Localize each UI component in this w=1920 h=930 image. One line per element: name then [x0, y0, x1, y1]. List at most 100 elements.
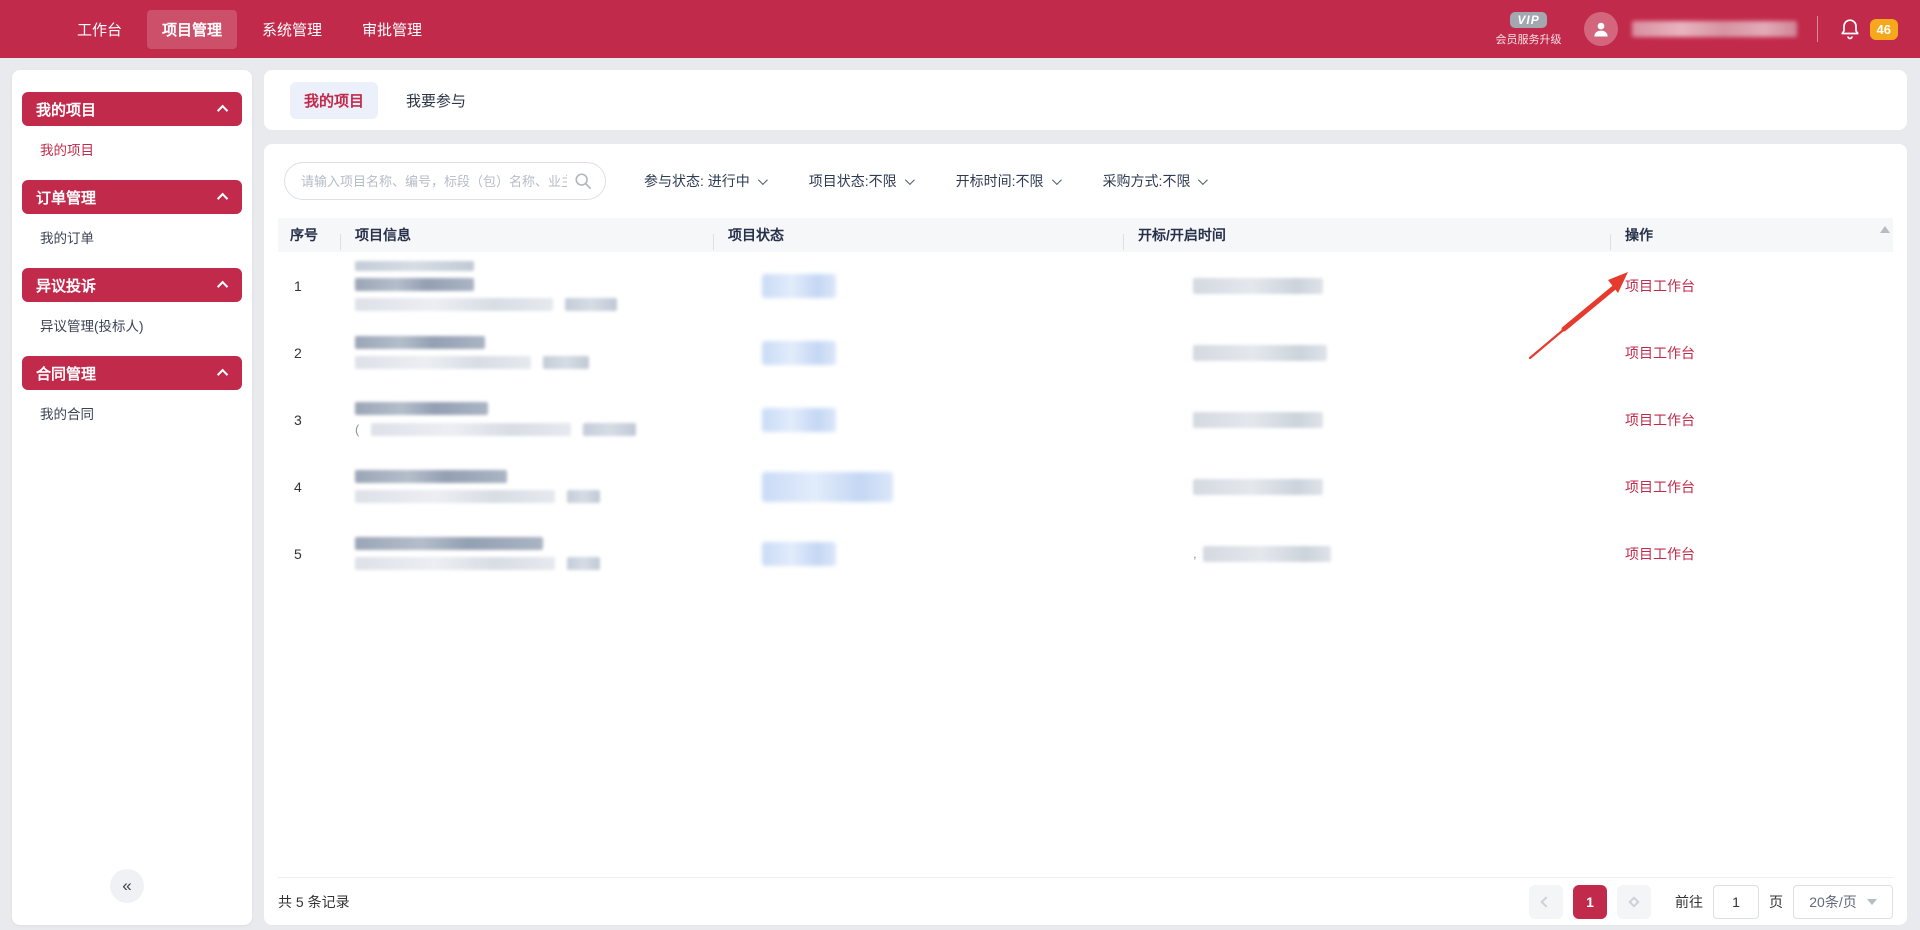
- page-size-select[interactable]: 20条/页: [1793, 885, 1893, 919]
- filter-dropdowns: 参与状态: 进行中项目状态:不限开标时间:不限采购方式:不限: [644, 171, 1205, 191]
- chevron-down-icon: [1052, 175, 1062, 185]
- nav-item-工作台[interactable]: 工作台: [62, 10, 137, 49]
- project-info-cell: [340, 537, 713, 570]
- tab-我的项目[interactable]: 我的项目: [290, 82, 378, 119]
- open-time-cell: [1123, 479, 1610, 495]
- goto-page-input[interactable]: [1713, 885, 1759, 919]
- row-index: 1: [278, 278, 340, 294]
- sidebar-item-我的合同[interactable]: 我的合同: [12, 390, 252, 436]
- redacted-text: [355, 557, 555, 570]
- top-navbar: 工作台项目管理系统管理审批管理 VIP 会员服务升级 46: [0, 0, 1920, 58]
- row-index: 5: [278, 546, 340, 562]
- time-redacted: [1193, 345, 1610, 361]
- nav-item-项目管理[interactable]: 项目管理: [147, 10, 237, 49]
- tab-我要参与[interactable]: 我要参与: [392, 82, 480, 119]
- sidebar-group-异议投诉[interactable]: 异议投诉: [22, 268, 242, 302]
- status-badge-redacted: [762, 341, 836, 365]
- sidebar-group-订单管理[interactable]: 订单管理: [22, 180, 242, 214]
- text-fragment: (: [355, 422, 359, 437]
- sidebar-item-异议管理(投标人)[interactable]: 异议管理(投标人): [12, 302, 252, 348]
- chevron-down-icon: [1198, 175, 1208, 185]
- time-redacted: [1193, 412, 1610, 428]
- username-redacted: [1632, 21, 1797, 37]
- project-info-redacted: [355, 470, 713, 503]
- status-badge-redacted: [762, 408, 836, 432]
- redacted-text: [355, 261, 474, 271]
- redacted-subtitle: [355, 557, 713, 570]
- time-redacted: ,: [1193, 546, 1610, 562]
- notification-bell-icon[interactable]: [1838, 17, 1862, 41]
- notification-count-badge[interactable]: 46: [1870, 19, 1898, 40]
- scrollbar-up-arrow[interactable]: [1880, 226, 1890, 233]
- row-index: 4: [278, 479, 340, 495]
- sidebar-group-我的项目[interactable]: 我的项目: [22, 92, 242, 126]
- project-workbench-link[interactable]: 项目工作台: [1625, 276, 1893, 296]
- user-avatar[interactable]: [1584, 12, 1618, 46]
- status-badge-redacted: [762, 274, 836, 298]
- vip-upgrade[interactable]: VIP 会员服务升级: [1496, 12, 1562, 47]
- nav-item-系统管理[interactable]: 系统管理: [247, 10, 337, 49]
- redacted-text: [583, 423, 636, 436]
- chevron-left-icon: [1540, 896, 1551, 907]
- table-row: 3 ( 项目工作台: [278, 386, 1893, 453]
- pagination-bar: 共 5 条记录 1 前往 页 20条/页: [278, 877, 1893, 925]
- redacted-text: [355, 356, 531, 369]
- sidebar-collapse-button[interactable]: «: [110, 869, 144, 903]
- sidebar: 我的项目我的项目订单管理我的订单异议投诉异议管理(投标人) 合同管理我的合同 «: [12, 70, 252, 925]
- project-status-cell: [713, 274, 1123, 298]
- column-header-序号: 序号: [278, 225, 340, 245]
- tab-bar: 我的项目我要参与: [264, 70, 1907, 130]
- filter-采购方式:不限[interactable]: 采购方式:不限: [1103, 171, 1206, 191]
- main-nav: 工作台项目管理系统管理审批管理: [62, 10, 437, 49]
- time-redacted: [1193, 278, 1610, 294]
- vip-caption: 会员服务升级: [1496, 31, 1562, 47]
- filter-开标时间:不限[interactable]: 开标时间:不限: [956, 171, 1059, 191]
- redacted-text: [565, 298, 617, 311]
- next-page-button[interactable]: [1617, 885, 1651, 919]
- redacted-text: [1193, 479, 1323, 495]
- project-info-redacted: [355, 537, 713, 570]
- action-cell: 项目工作台: [1610, 410, 1893, 430]
- sidebar-groups: 我的项目我的项目订单管理我的订单异议投诉异议管理(投标人) 合同管理我的合同: [12, 92, 252, 436]
- page-number-button[interactable]: 1: [1573, 885, 1607, 919]
- project-info-redacted: (: [355, 402, 713, 437]
- prev-page-button[interactable]: [1529, 885, 1563, 919]
- action-cell: 项目工作台: [1610, 276, 1893, 296]
- redacted-text: [1203, 546, 1331, 562]
- table-row: 4 项目工作台: [278, 453, 1893, 520]
- sidebar-item-我的订单[interactable]: 我的订单: [12, 214, 252, 260]
- column-header-开标/开启时间: 开标/开启时间: [1123, 225, 1610, 245]
- project-workbench-link[interactable]: 项目工作台: [1625, 343, 1893, 363]
- action-cell: 项目工作台: [1610, 343, 1893, 363]
- redacted-text: [543, 356, 589, 369]
- redacted-text: [371, 423, 571, 436]
- sidebar-group-合同管理[interactable]: 合同管理: [22, 356, 242, 390]
- person-icon: [1591, 19, 1611, 39]
- project-workbench-link[interactable]: 项目工作台: [1625, 410, 1893, 430]
- page-unit-label: 页: [1769, 892, 1783, 912]
- row-index: 2: [278, 345, 340, 361]
- table-body: 1 项目工作台 2 项目工作台 3 ( 项目工作台 4 项目工作台 5, 项目工作台: [278, 252, 1893, 587]
- action-cell: 项目工作台: [1610, 544, 1893, 564]
- table-row: 2 项目工作台: [278, 319, 1893, 386]
- row-index: 3: [278, 412, 340, 428]
- time-redacted: [1193, 479, 1610, 495]
- chevron-down-icon: [758, 175, 768, 185]
- search-input[interactable]: [284, 162, 606, 200]
- nav-item-审批管理[interactable]: 审批管理: [347, 10, 437, 49]
- project-workbench-link[interactable]: 项目工作台: [1625, 477, 1893, 497]
- table-row: 5, 项目工作台: [278, 520, 1893, 587]
- filter-项目状态:不限[interactable]: 项目状态:不限: [809, 171, 912, 191]
- main-content-card: 参与状态: 进行中项目状态:不限开标时间:不限采购方式:不限 序号项目信息项目状…: [264, 144, 1907, 925]
- filter-参与状态: 进行中[interactable]: 参与状态: 进行中: [644, 171, 765, 191]
- project-info-redacted: [355, 336, 713, 369]
- project-info-cell: (: [340, 402, 713, 437]
- project-workbench-link[interactable]: 项目工作台: [1625, 544, 1893, 564]
- project-info-redacted: [355, 261, 713, 311]
- search-icon[interactable]: [574, 172, 592, 190]
- redacted-text: [1193, 278, 1323, 294]
- record-count-label: 共 5 条记录: [278, 892, 350, 912]
- redacted-text: [355, 490, 555, 503]
- vip-icon: VIP: [1510, 12, 1546, 28]
- sidebar-item-我的项目[interactable]: 我的项目: [12, 126, 252, 172]
